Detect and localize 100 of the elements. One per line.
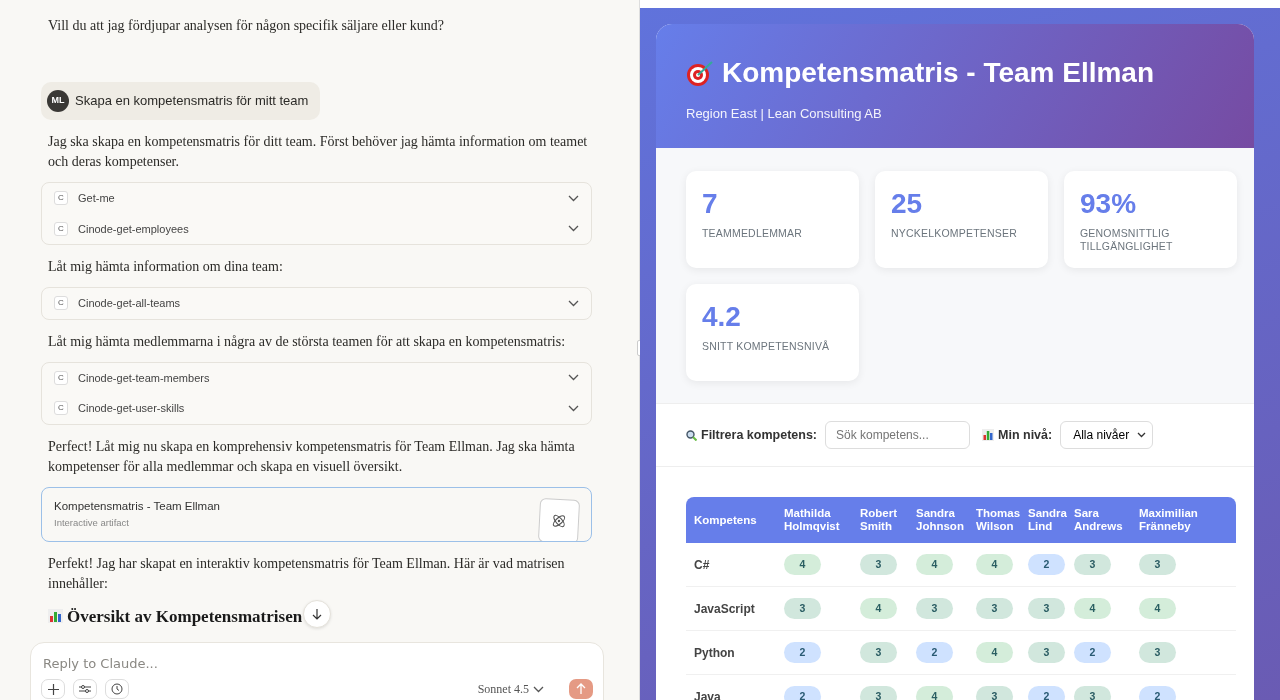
filter-label: Filtrera kompetens: [701,426,817,444]
bar-chart-icon [982,429,994,441]
level-badge: 3 [860,642,897,663]
level-badge: 3 [1139,642,1176,663]
level-badge: 3 [860,554,897,575]
message-text: Låt mig hämta medlemmarna i några av de största teamen för att skapa en kompetensmatris: [48,332,567,351]
tool-name: Cinode-get-user-skills [78,401,186,416]
message-text: Perfect! Låt mig nu skapa en komprehensiv kompetensmatris för Team Ellman. Jag ska hämta kompetenser för alla medlemmar och skapa en visuell översikt. [48,437,576,476]
atom-icon [550,512,568,530]
column-header: Thomas Wilson [972,497,1024,543]
chevron-down-icon [568,194,579,202]
level-badge: 3 [1139,554,1176,575]
level-badge: 3 [1074,554,1111,575]
level-badge: 2 [784,642,821,663]
tools-button[interactable] [73,679,97,699]
level-badge: 2 [784,686,821,700]
column-header: Sandra Johnson [912,497,972,543]
chevron-down-icon [1137,432,1147,438]
tool-badge: C [54,191,68,206]
stat-label: GENOMSNITTLIG TILLGÄNGLIGHET [1080,227,1174,253]
stat-value: 93% [1080,189,1138,219]
artifact-heading: Kompetensmatris - Team Ellman [722,56,1155,90]
scroll-down-button[interactable] [303,600,331,628]
tool-call-row[interactable]: C Cinode-get-all-teams [42,288,591,319]
skill-search-field[interactable]: Sök kompetens... [825,421,970,449]
skill-name: Python [686,630,780,675]
artifact-subheading: Region East | Lean Consulting AB [686,104,883,123]
chevron-down-icon [568,374,579,382]
column-header: Sandra Lind [1024,497,1070,543]
chevron-down-icon [568,299,579,307]
level-filter-label: Min nivå: [998,426,1053,444]
stat-value: 25 [891,189,924,219]
chevron-down-icon [568,404,579,412]
tool-call-row[interactable]: C Get-me [42,183,591,214]
chevron-down-icon [533,685,544,693]
level-badge: 3 [1028,642,1065,663]
stat-value: 7 [702,189,719,219]
stat-label: SNITT KOMPETENSNIVÅ [702,340,831,353]
column-header: Maximilian Fränneby [1135,497,1236,543]
plus-icon [47,683,59,695]
skill-name: JavaScript [686,586,780,631]
level-badge: 3 [784,598,821,619]
message-text: Perfekt! Jag har skapat en interaktiv kompetensmatris för Team Ellman. Här är vad matrisen innehåller: [48,554,566,593]
skill-name: C# [686,543,780,587]
level-badge: 2 [1139,686,1176,700]
level-badge: 3 [1074,686,1111,700]
model-selector[interactable]: Sonnet 4.5 [476,681,545,697]
section-heading: Översikt av Kompetensmatrisen [67,605,303,628]
tool-name: Cinode-get-employees [78,221,190,237]
skill-name: Java [686,674,780,700]
level-select[interactable]: Alla nivåer [1060,421,1154,449]
tool-badge: C [54,221,68,236]
level-badge: 2 [1028,554,1065,575]
level-badge: 4 [916,554,953,575]
user-avatar: ML [47,90,69,112]
level-badge: 2 [1074,642,1111,663]
arrow-up-icon [576,683,586,695]
add-button[interactable] [41,679,65,699]
tool-badge: C [54,401,68,416]
tool-name: Get-me [78,191,116,206]
tool-badge: C [54,296,68,311]
tool-call-row[interactable]: C Cinode-get-team-members [42,362,591,393]
level-badge: 3 [916,598,953,619]
level-badge: 4 [916,686,953,700]
column-header: Kompetens [686,497,780,543]
column-header: Mathilda Holmqvist [780,497,856,543]
stat-label: NYCKELKOMPETENSER [891,227,1018,240]
message-text: Skapa en kompetensmatris för mitt team [75,92,309,111]
stat-label: TEAMMEDLEMMAR [702,227,804,240]
history-button[interactable] [105,679,129,699]
reply-field[interactable]: Reply to Claude... Sonnet 4.5 [30,642,604,700]
arrow-down-icon [312,608,322,620]
level-badge: 3 [976,686,1013,700]
search-icon [686,429,697,441]
chevron-down-icon [568,225,579,233]
level-badge: 4 [976,554,1013,575]
column-header: Sara Andrews [1070,497,1135,543]
bar-chart-icon [48,609,63,624]
message-text: Låt mig hämta information om dina team: [48,258,284,276]
clock-icon [111,683,123,695]
artifact-subtitle: Interactive artifact [54,515,130,530]
tool-call-row[interactable]: C Cinode-get-employees [42,213,591,244]
artifact-preview-card[interactable]: Kompetensmatris - Team Ellman Interactive artifact [41,486,592,542]
message-text: Vill du att jag fördjupar analysen för någon specifik säljare eller kund? [48,17,446,35]
target-icon [686,58,714,87]
level-badge: 2 [916,642,953,663]
level-badge: 3 [976,598,1013,619]
tool-name: Cinode-get-team-members [78,370,211,386]
tool-call-row[interactable]: C Cinode-get-user-skills [42,393,591,424]
level-badge: 2 [1028,686,1065,700]
level-badge: 3 [860,686,897,700]
level-badge: 4 [1074,598,1111,619]
message-text: Jag ska skapa en kompetensmatris för ditt team. Först behöver jag hämta information om teamet och deras kompetenser. [48,133,589,171]
level-badge: 4 [1139,598,1176,619]
level-badge: 3 [1028,598,1065,619]
level-badge: 4 [976,642,1013,663]
sliders-icon [79,684,91,694]
column-header: Robert Smith [856,497,912,543]
tool-badge: C [54,370,68,385]
artifact-title: Kompetensmatris - Team Ellman [54,499,220,515]
